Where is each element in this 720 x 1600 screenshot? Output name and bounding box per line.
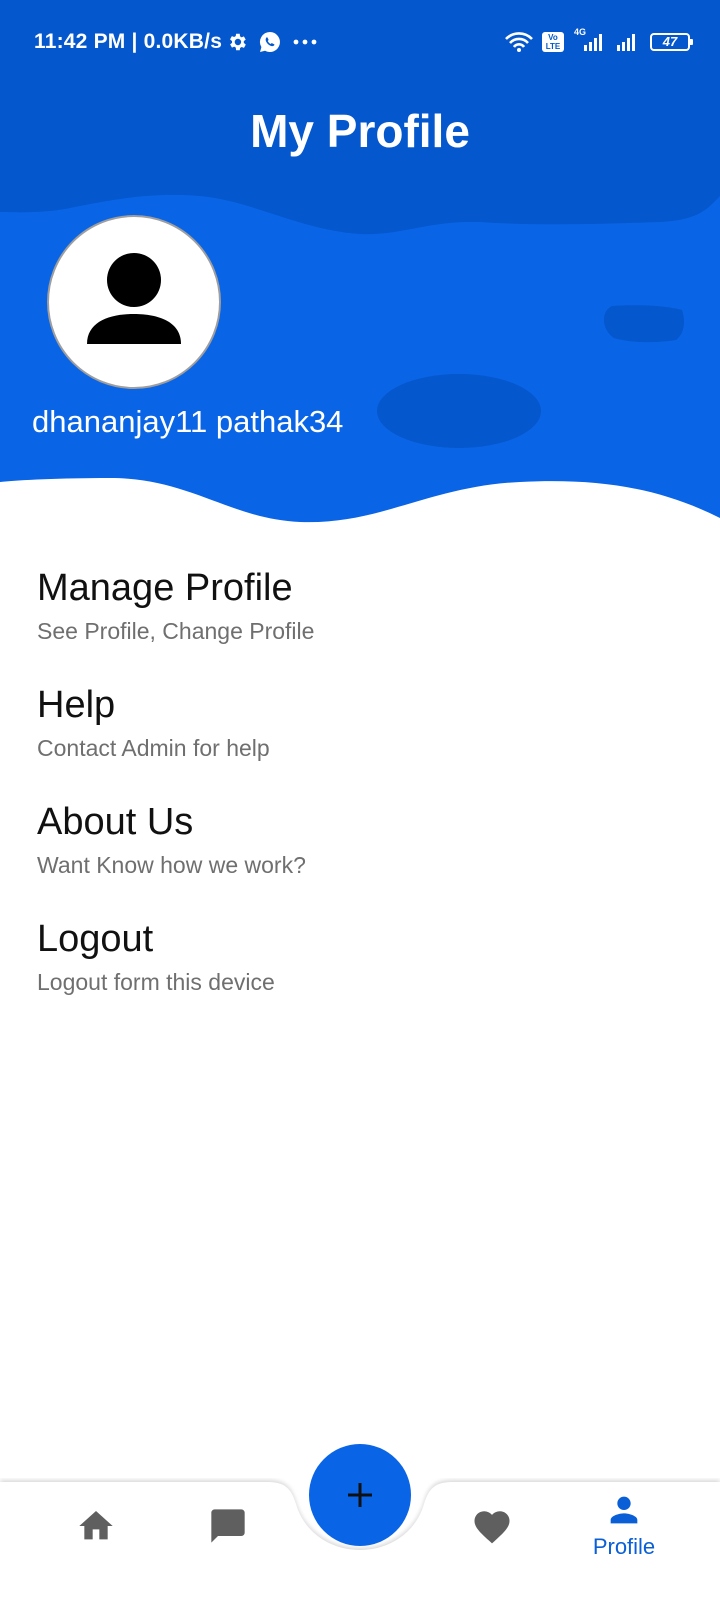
whatsapp-icon [260, 32, 280, 52]
menu-item-about-us[interactable]: About Us Want Know how we work? [37, 800, 677, 917]
user-name: dhananjay11 pathak34 [32, 404, 344, 439]
profile-menu: Manage Profile See Profile, Change Profi… [37, 566, 677, 1034]
signal-icon-2 [617, 34, 635, 51]
profile-screen: 11:42 PM | 0.0KB/s Vo LTE 4G 47 My Profi… [0, 0, 720, 1600]
nav-home[interactable] [51, 1502, 141, 1582]
menu-item-subtitle: Logout form this device [37, 969, 275, 995]
add-button[interactable] [309, 1444, 411, 1546]
more-icon [293, 39, 317, 45]
menu-item-logout[interactable]: Logout Logout form this device [37, 917, 677, 1034]
status-time: 11:42 PM | 0.0KB/s [34, 30, 223, 53]
menu-item-subtitle: Want Know how we work? [37, 852, 306, 878]
status-bar: 11:42 PM | 0.0KB/s Vo LTE 4G 47 [0, 0, 720, 84]
menu-item-title: Manage Profile [37, 567, 293, 609]
wifi-icon [505, 32, 533, 52]
add-icon [348, 1483, 372, 1507]
person-icon [610, 1496, 638, 1524]
nav-profile-label: Profile [592, 1534, 656, 1559]
volte-icon: Vo LTE [542, 32, 564, 52]
chat-icon [211, 1509, 245, 1543]
status-icons-right: Vo LTE 4G 47 [504, 27, 693, 56]
page-title: My Profile [250, 105, 470, 157]
avatar[interactable] [47, 215, 221, 389]
menu-item-subtitle: See Profile, Change Profile [37, 618, 315, 644]
nav-favorites[interactable] [447, 1502, 537, 1582]
battery-icon: 47 [650, 33, 693, 51]
nav-chat[interactable] [183, 1502, 273, 1582]
signal-4g-group: 4G [572, 27, 606, 53]
person-avatar-icon [87, 253, 181, 344]
menu-item-title: Logout [37, 918, 154, 960]
signal-icon [584, 34, 602, 51]
heart-icon [474, 1511, 510, 1544]
menu-item-title: About Us [37, 801, 194, 843]
menu-item-subtitle: Contact Admin for help [37, 735, 270, 761]
menu-item-help[interactable]: Help Contact Admin for help [37, 683, 677, 800]
status-icons-left [226, 28, 318, 56]
menu-item-manage-profile[interactable]: Manage Profile See Profile, Change Profi… [37, 566, 677, 683]
nav-profile[interactable]: Profile [579, 1490, 669, 1570]
settings-icon [230, 33, 246, 51]
menu-item-title: Help [37, 684, 116, 726]
home-icon [79, 1511, 113, 1540]
